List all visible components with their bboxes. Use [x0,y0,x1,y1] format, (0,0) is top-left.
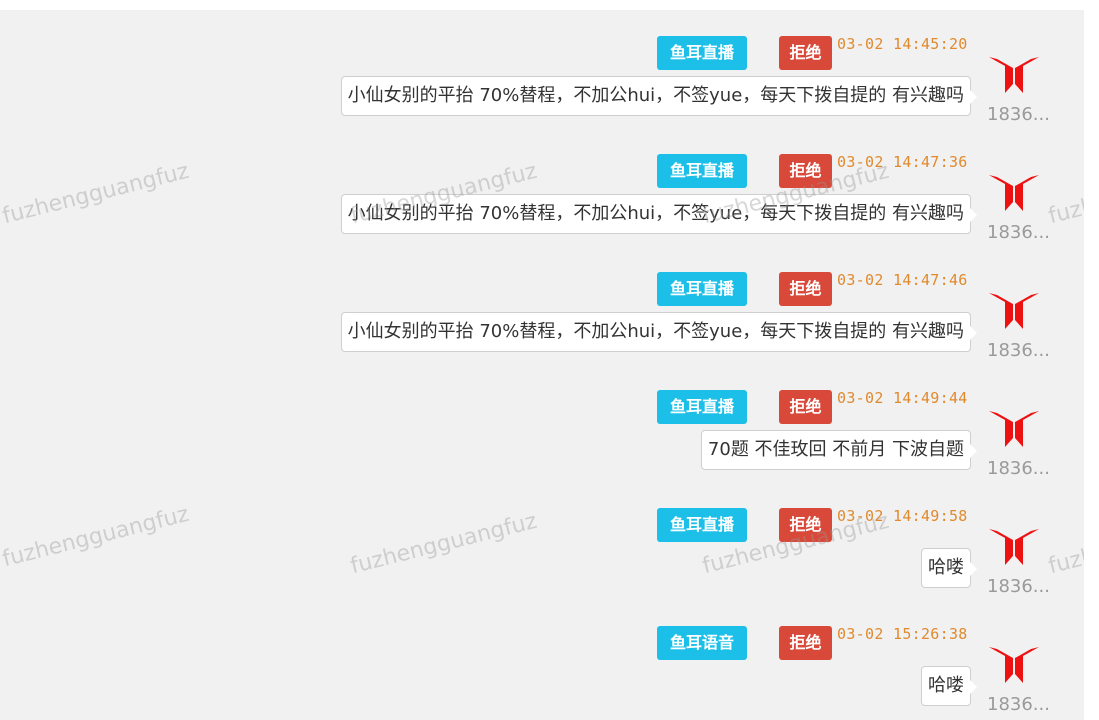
message-timestamp: 03-02 14:49:58 [837,507,968,525]
reject-button[interactable]: 拒绝 [779,272,832,306]
message-bubble: 小仙女别的平抬 70%替程，不加公hui，不签yue，每天下拨自提的 有兴趣吗 [340,194,978,234]
avatar-logo-icon [989,57,1039,93]
message-bubble: 小仙女别的平抬 70%替程，不加公hui，不签yue，每天下拨自提的 有兴趣吗 [340,312,978,352]
sender-name: 1836... [987,458,1050,479]
message-timestamp: 03-02 14:47:46 [837,271,968,289]
message-item: 鱼耳直播 拒绝 03-02 14:47:46 小仙女别的平抬 70%替程，不加公… [0,246,1084,364]
message-item: 鱼耳直播 拒绝 03-02 14:49:44 70题 不佳玫回 不前月 下波自题… [0,364,1084,482]
message-bubble: 哈喽 [921,548,977,588]
message-list[interactable]: 鱼耳直播 拒绝 03-02 14:45:20 小仙女别的平抬 70%替程，不加公… [0,10,1084,720]
message-timestamp: 03-02 14:45:20 [837,35,968,53]
reject-button[interactable]: 拒绝 [779,390,832,424]
source-badge: 鱼耳直播 [657,272,747,306]
avatar-logo-icon [989,293,1039,329]
message-item: 鱼耳直播 拒绝 03-02 14:47:36 小仙女别的平抬 70%替程，不加公… [0,128,1084,246]
source-badge: 鱼耳语音 [657,626,747,660]
sender-name: 1836... [987,340,1050,361]
reject-button[interactable]: 拒绝 [779,508,832,542]
sender-name: 1836... [987,694,1050,715]
source-badge: 鱼耳直播 [657,508,747,542]
avatar-logo-icon [989,647,1039,683]
reject-button[interactable]: 拒绝 [779,626,832,660]
sender-name: 1836... [987,104,1050,125]
message-timestamp: 03-02 15:26:38 [837,625,968,643]
reject-button[interactable]: 拒绝 [779,154,832,188]
message-timestamp: 03-02 14:47:36 [837,153,968,171]
source-badge: 鱼耳直播 [657,390,747,424]
avatar-logo-icon [989,529,1039,565]
sender-name: 1836... [987,222,1050,243]
message-bubble: 小仙女别的平抬 70%替程，不加公hui，不签yue，每天下拨自提的 有兴趣吗 [340,76,978,116]
message-item: 鱼耳直播 拒绝 03-02 14:45:20 小仙女别的平抬 70%替程，不加公… [0,10,1084,128]
reject-button[interactable]: 拒绝 [779,36,832,70]
message-timestamp: 03-02 14:49:44 [837,389,968,407]
avatar-logo-icon [989,175,1039,211]
message-item: 鱼耳直播 拒绝 03-02 14:49:58 哈喽 1836... [0,482,1084,600]
scrollbar[interactable] [1084,0,1099,720]
message-item: 鱼耳语音 拒绝 03-02 15:26:38 哈喽 1836... [0,600,1084,718]
message-bubble: 70题 不佳玫回 不前月 下波自题 [700,430,978,470]
avatar-logo-icon [989,411,1039,447]
message-bubble: 哈喽 [921,666,977,706]
sender-name: 1836... [987,576,1050,597]
source-badge: 鱼耳直播 [657,36,747,70]
source-badge: 鱼耳直播 [657,154,747,188]
